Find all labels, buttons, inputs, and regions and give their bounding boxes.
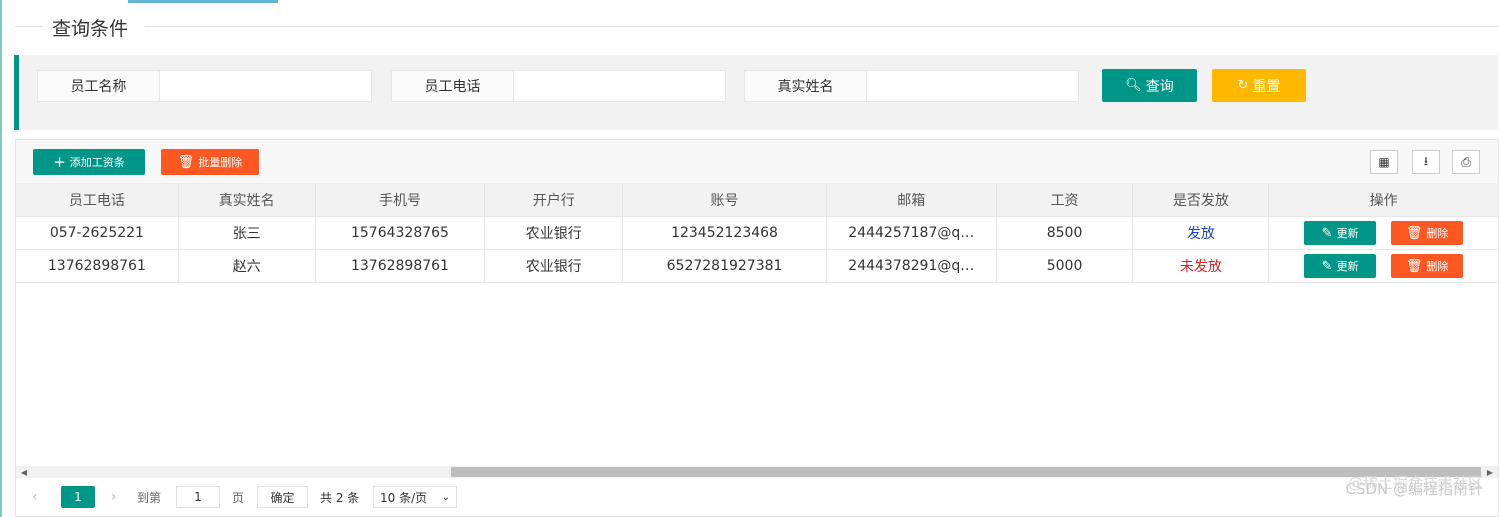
columns-icon[interactable]: ▦ <box>1370 150 1398 174</box>
goto-suffix: 页 <box>232 490 245 505</box>
goto-prefix: 到第 <box>137 490 162 505</box>
cell-real-name: 赵六 <box>179 250 316 282</box>
col-header-actions: 操作 <box>1369 193 1398 209</box>
watermark-overlay: @稀土掘金技术社区 <box>1347 474 1483 492</box>
plus-icon: + <box>53 153 66 171</box>
trash-icon: 🗑︎ <box>177 154 195 170</box>
cell-bank: 农业银行 <box>485 250 624 282</box>
employee-name-input[interactable] <box>159 70 372 102</box>
print-icon[interactable]: ⎙ <box>1452 150 1480 174</box>
watermark: @稀土掘金技术社区 CSDN @编程指南针 <box>1345 474 1483 499</box>
scroll-left-icon[interactable]: ◀ <box>18 466 30 478</box>
page-size-value: 10 条/页 <box>380 490 428 505</box>
page-current[interactable]: 1 <box>61 486 95 508</box>
employee-phone-field: 员工电话 <box>391 70 726 102</box>
col-header-bank[interactable]: 开户行 <box>485 184 624 216</box>
fieldset-line-left <box>15 26 43 27</box>
cell-salary: 8500 <box>997 217 1134 249</box>
cell-mobile: 13762898761 <box>316 250 486 282</box>
batch-delete-label: 批量删除 <box>198 156 243 169</box>
cell-email: 2444378291@q… <box>827 250 997 282</box>
pagination: ‹ 1 › 到第 页 确定 共 2 条 10 条/页 ⌄ <box>16 480 1498 516</box>
table-header: 员工电话 真实姓名 手机号 开户行 账号 邮箱 工资 是否发放 操作 <box>16 184 1498 217</box>
employee-phone-input[interactable] <box>513 70 726 102</box>
col-header-email[interactable]: 邮箱 <box>827 184 997 216</box>
edit-icon: ✎ <box>1321 258 1333 274</box>
delete-button[interactable]: 🗑︎ 删除 <box>1391 254 1464 278</box>
employee-name-label: 员工名称 <box>37 70 159 102</box>
edit-icon: ✎ <box>1321 225 1333 241</box>
goto-page-input[interactable] <box>176 486 220 508</box>
query-button[interactable]: 🔍︎ 查询 <box>1102 69 1197 102</box>
col-header-real-name[interactable]: 真实姓名 <box>179 184 316 216</box>
trash-icon: 🗑︎ <box>1405 258 1423 274</box>
refresh-icon: ↻ <box>1237 78 1249 93</box>
update-button[interactable]: ✎ 更新 <box>1304 254 1377 278</box>
search-panel: 员工名称 员工电话 真实姓名 🔍︎ 查询 ↻ 重置 <box>14 55 1498 130</box>
chevron-down-icon: ⌄ <box>441 491 450 503</box>
col-header-mobile[interactable]: 手机号 <box>316 184 486 216</box>
query-button-label: 查询 <box>1145 78 1174 95</box>
cell-account: 123452123468 <box>623 217 827 249</box>
reset-button-label: 重置 <box>1252 78 1281 95</box>
cell-phone: 057-2625221 <box>16 217 179 249</box>
fieldset-line-right <box>145 26 1499 27</box>
cell-bank: 农业银行 <box>485 217 624 249</box>
add-salary-label: 添加工资条 <box>69 156 125 169</box>
trash-icon: 🗑︎ <box>1405 225 1423 241</box>
table-row[interactable]: 13762898761 赵六 13762898761 农业银行 65272819… <box>16 250 1498 283</box>
search-icon: 🔍︎ <box>1125 78 1142 93</box>
update-button-label: 更新 <box>1336 260 1359 273</box>
table-toolbar: + 添加工资条 🗑︎ 批量删除 ▦ ⭳ ⎙ <box>16 140 1498 184</box>
cell-paid-status: 发放 <box>1133 217 1270 249</box>
next-page-icon[interactable]: › <box>111 486 123 508</box>
top-tab-indicator <box>128 0 278 3</box>
real-name-field: 真实姓名 <box>744 70 1079 102</box>
col-header-account[interactable]: 账号 <box>623 184 827 216</box>
col-header-salary[interactable]: 工资 <box>997 184 1134 216</box>
page-size-select[interactable]: 10 条/页 ⌄ <box>373 486 457 508</box>
cell-phone: 13762898761 <box>16 250 179 282</box>
prev-page-icon[interactable]: ‹ <box>32 486 44 508</box>
cell-paid-status: 未发放 <box>1133 250 1270 282</box>
goto-confirm-button[interactable]: 确定 <box>257 486 308 508</box>
cell-account: 6527281927381 <box>623 250 827 282</box>
col-header-phone[interactable]: 员工电话 <box>16 184 179 216</box>
reset-button[interactable]: ↻ 重置 <box>1212 69 1306 102</box>
employee-name-field: 员工名称 <box>37 70 372 102</box>
update-button[interactable]: ✎ 更新 <box>1304 221 1377 245</box>
real-name-label: 真实姓名 <box>744 70 866 102</box>
real-name-input[interactable] <box>866 70 1079 102</box>
cell-real-name: 张三 <box>179 217 316 249</box>
left-accent-border <box>0 0 2 517</box>
export-icon[interactable]: ⭳ <box>1412 150 1440 174</box>
batch-delete-button[interactable]: 🗑︎ 批量删除 <box>161 149 259 175</box>
data-table: + 添加工资条 🗑︎ 批量删除 ▦ ⭳ ⎙ 员工电话 真实姓名 手机号 开户行 … <box>15 139 1499 517</box>
delete-button-label: 删除 <box>1426 260 1449 273</box>
add-salary-button[interactable]: + 添加工资条 <box>33 149 145 175</box>
cell-actions: ✎ 更新 🗑︎ 删除 <box>1269 250 1498 282</box>
total-count: 共 2 条 <box>320 490 360 505</box>
fieldset-title: 查询条件 <box>48 14 133 41</box>
cell-actions: ✎ 更新 🗑︎ 删除 <box>1269 217 1498 249</box>
cell-email: 2444257187@q… <box>827 217 997 249</box>
cell-mobile: 15764328765 <box>316 217 486 249</box>
delete-button[interactable]: 🗑︎ 删除 <box>1391 221 1464 245</box>
col-header-paid-status[interactable]: 是否发放 <box>1133 184 1270 216</box>
table-row[interactable]: 057-2625221 张三 15764328765 农业银行 12345212… <box>16 217 1498 250</box>
update-button-label: 更新 <box>1336 227 1359 240</box>
horizontal-scrollbar[interactable]: ◀ ▶ <box>16 466 1498 478</box>
employee-phone-label: 员工电话 <box>391 70 513 102</box>
cell-salary: 5000 <box>997 250 1134 282</box>
scrollbar-thumb[interactable] <box>451 467 1481 477</box>
delete-button-label: 删除 <box>1426 227 1449 240</box>
scroll-right-icon[interactable]: ▶ <box>1484 466 1496 478</box>
